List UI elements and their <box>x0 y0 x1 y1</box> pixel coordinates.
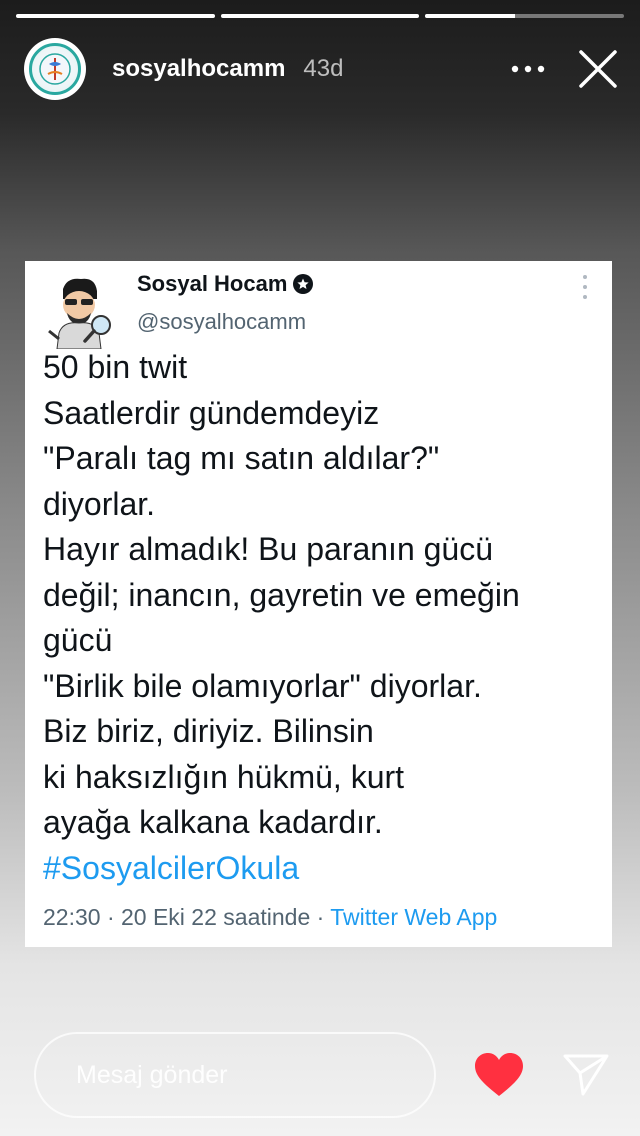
story-progress <box>16 14 625 18</box>
tweet-line: gücü <box>43 622 113 658</box>
tweet-avatar[interactable] <box>41 273 117 350</box>
tweet-line: "Birlik bile olamıyorlar" diyorlar. <box>43 667 482 704</box>
verified-badge-icon <box>293 274 314 294</box>
tweet-line: Biz biriz, diriyiz. Bilinsin <box>43 713 374 749</box>
tweet-menu-icon[interactable] <box>580 275 590 299</box>
story-progress-fill-2 <box>220 14 420 18</box>
tweet-line: Hayır almadık! Bu paranın gücü <box>43 531 494 567</box>
tweet-author-handle[interactable]: @sosyalhocamm <box>137 309 306 335</box>
tweet-hashtag-link[interactable]: #SosyalcilerOkula <box>43 846 603 892</box>
story-progress-segment-3 <box>425 14 625 18</box>
send-icon[interactable] <box>562 1053 610 1097</box>
story-progress-segment-2 <box>220 14 420 18</box>
tweet-timestamp: 22:30 · 20 Eki 22 saatinde · <box>43 904 331 930</box>
tweet-text: 50 bin twit Saatlerdir gündemdeyiz "Para… <box>43 345 603 891</box>
message-input[interactable] <box>34 1032 436 1118</box>
story-header: sosyalhocamm 43d <box>24 38 620 100</box>
story-progress-fill-3 <box>425 14 515 18</box>
tweet-line: değil; inancın, gayretin ve emeğin <box>43 576 520 613</box>
story-footer <box>34 1032 610 1118</box>
tweet-line: Saatlerdir gündemdeyiz <box>43 394 380 431</box>
tweet-card[interactable]: Sosyal Hocam @sosyalhocamm 50 bin twit S… <box>25 261 612 947</box>
tweet-author-name-row[interactable]: Sosyal Hocam <box>137 271 314 297</box>
story-time: 43d <box>303 55 344 82</box>
tweet-meta: 22:30 · 20 Eki 22 saatinde · Twitter Web… <box>43 904 497 931</box>
tweet-line: diyorlar. <box>43 485 156 522</box>
avatar[interactable] <box>24 38 86 100</box>
heart-icon[interactable] <box>474 1052 524 1098</box>
cartoon-detective-avatar-icon <box>48 278 111 350</box>
story-progress-fill-1 <box>16 14 215 18</box>
more-dots-icon[interactable] <box>508 49 548 89</box>
tweet-line: ayağa kalkana kadardır. <box>43 804 383 840</box>
close-icon[interactable] <box>576 47 620 91</box>
tweet-line: 50 bin twit <box>43 349 188 385</box>
tweet-author-name[interactable]: Sosyal Hocam <box>137 271 287 297</box>
story-progress-segment-1 <box>16 14 215 18</box>
school-logo-icon <box>29 43 81 95</box>
tweet-line: ki haksızlığın hükmü, kurt <box>43 758 405 795</box>
tweet-source-link[interactable]: Twitter Web App <box>330 904 497 930</box>
tweet-line: "Paralı tag mı satın aldılar?" <box>43 440 440 476</box>
story-username[interactable]: sosyalhocamm <box>112 55 285 83</box>
